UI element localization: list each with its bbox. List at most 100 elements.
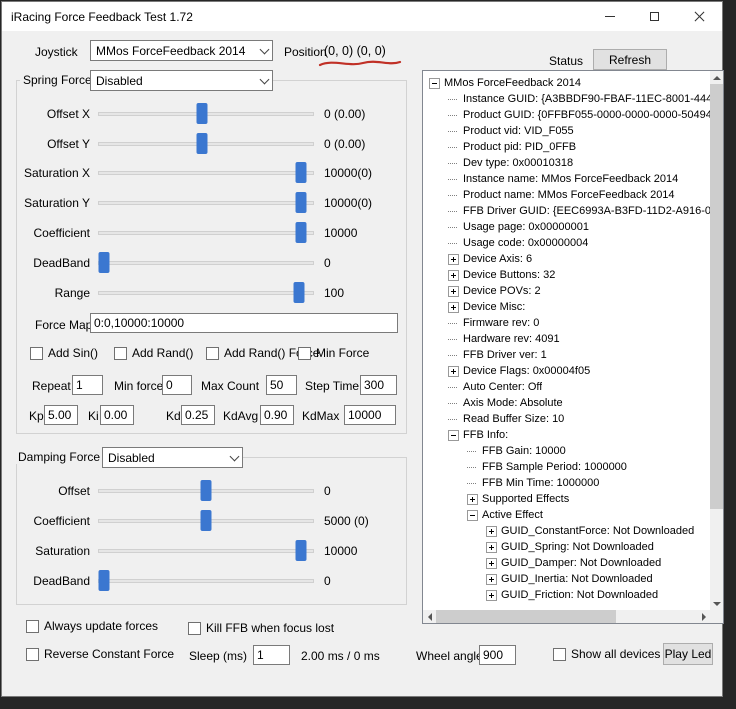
tree-item[interactable]: Product name: MMos ForceFeedback 2014 xyxy=(423,187,710,203)
tree-item[interactable]: Device Axis: 6 xyxy=(423,251,710,267)
spring-deadband-slider[interactable] xyxy=(98,252,314,274)
tree-item[interactable]: GUID_ConstantForce: Not Downloaded xyxy=(423,523,710,539)
slider-thumb[interactable] xyxy=(296,192,307,213)
kdmax-input[interactable] xyxy=(344,405,396,425)
play-led-button[interactable]: Play Led xyxy=(663,643,713,665)
minimize-button[interactable] xyxy=(587,2,632,31)
wheel-angle-input[interactable] xyxy=(479,645,516,665)
horizontal-scrollbar-thumb[interactable] xyxy=(436,610,616,623)
expand-icon[interactable] xyxy=(448,366,459,377)
tree-item[interactable]: GUID_Friction: Not Downloaded xyxy=(423,587,710,603)
show-all-devices-checkbox[interactable]: Show all devices xyxy=(553,647,660,661)
maximize-button[interactable] xyxy=(632,2,677,31)
device-tree[interactable]: MMos ForceFeedback 2014Instance GUID: {A… xyxy=(423,71,710,610)
expand-icon[interactable] xyxy=(467,494,478,505)
kdavg-input[interactable] xyxy=(260,405,294,425)
scroll-right-button[interactable] xyxy=(697,610,710,623)
scroll-up-button[interactable] xyxy=(710,71,723,84)
slider-thumb[interactable] xyxy=(196,133,207,154)
spring-offset-y-slider[interactable] xyxy=(98,133,314,155)
max-count-input[interactable] xyxy=(266,375,297,395)
tree-item[interactable]: Product GUID: {0FFBF055-0000-0000-0000-5… xyxy=(423,107,710,123)
slider-thumb[interactable] xyxy=(196,103,207,124)
expand-icon[interactable] xyxy=(486,590,497,601)
force-map-input[interactable] xyxy=(90,313,398,333)
tree-item[interactable]: Usage code: 0x00000004 xyxy=(423,235,710,251)
tree-item[interactable]: FFB Info: xyxy=(423,427,710,443)
expand-icon[interactable] xyxy=(486,526,497,537)
damping-offset-slider[interactable] xyxy=(98,480,314,502)
tree-item[interactable]: FFB Gain: 10000 xyxy=(423,443,710,459)
tree-item[interactable]: FFB Driver ver: 1 xyxy=(423,347,710,363)
tree-item[interactable]: Hardware rev: 4091 xyxy=(423,331,710,347)
tree-item[interactable]: Device POVs: 2 xyxy=(423,283,710,299)
slider-thumb[interactable] xyxy=(99,252,110,273)
tree-item[interactable]: MMos ForceFeedback 2014 xyxy=(423,75,710,91)
tree-item[interactable]: Product vid: VID_F055 xyxy=(423,123,710,139)
tree-item[interactable]: FFB Min Time: 1000000 xyxy=(423,475,710,491)
expand-icon[interactable] xyxy=(486,574,497,585)
tree-item[interactable]: Device Flags: 0x00004f05 xyxy=(423,363,710,379)
add-rand-checkbox[interactable]: Add Rand() xyxy=(114,346,193,360)
tree-item[interactable]: Instance name: MMos ForceFeedback 2014 xyxy=(423,171,710,187)
tree-item[interactable]: Device Misc: xyxy=(423,299,710,315)
spring-saturation-y-slider[interactable] xyxy=(98,192,314,214)
reverse-constant-checkbox[interactable]: Reverse Constant Force xyxy=(26,647,174,661)
spring-saturation-x-slider[interactable] xyxy=(98,162,314,184)
repeat-input[interactable] xyxy=(72,375,103,395)
scroll-down-button[interactable] xyxy=(710,597,723,610)
tree-item[interactable]: Firmware rev: 0 xyxy=(423,315,710,331)
slider-thumb[interactable] xyxy=(201,480,212,501)
damping-deadband-slider[interactable] xyxy=(98,570,314,592)
close-button[interactable] xyxy=(677,2,722,31)
expand-icon[interactable] xyxy=(448,254,459,265)
slider-thumb[interactable] xyxy=(293,282,304,303)
collapse-icon[interactable] xyxy=(448,430,459,441)
slider-thumb[interactable] xyxy=(296,222,307,243)
tree-item[interactable]: Axis Mode: Absolute xyxy=(423,395,710,411)
expand-icon[interactable] xyxy=(448,286,459,297)
collapse-icon[interactable] xyxy=(467,510,478,521)
tree-item[interactable]: Product pid: PID_0FFB xyxy=(423,139,710,155)
slider-thumb[interactable] xyxy=(296,162,307,183)
tree-item[interactable]: Instance GUID: {A3BBDF90-FBAF-11EC-8001-… xyxy=(423,91,710,107)
collapse-icon[interactable] xyxy=(429,78,440,89)
vertical-scrollbar-thumb[interactable] xyxy=(710,84,723,509)
kd-input[interactable] xyxy=(181,405,215,425)
slider-thumb[interactable] xyxy=(201,510,212,531)
spring-range-slider[interactable] xyxy=(98,282,314,304)
expand-icon[interactable] xyxy=(486,558,497,569)
tree-item[interactable]: GUID_Damper: Not Downloaded xyxy=(423,555,710,571)
expand-icon[interactable] xyxy=(448,302,459,313)
titlebar[interactable]: iRacing Force Feedback Test 1.72 xyxy=(2,2,722,31)
always-update-checkbox[interactable]: Always update forces xyxy=(26,619,158,633)
joystick-combobox[interactable]: MMos ForceFeedback 2014 xyxy=(90,40,273,61)
slider-thumb[interactable] xyxy=(296,540,307,561)
damping-coefficient-slider[interactable] xyxy=(98,510,314,532)
spring-offset-x-slider[interactable] xyxy=(98,103,314,125)
expand-icon[interactable] xyxy=(448,270,459,281)
damping-mode-combobox[interactable]: Disabled xyxy=(102,447,243,468)
tree-item[interactable]: Usage page: 0x00000001 xyxy=(423,219,710,235)
slider-thumb[interactable] xyxy=(99,570,110,591)
tree-item[interactable]: Read Buffer Size: 10 xyxy=(423,411,710,427)
min-force-input[interactable] xyxy=(162,375,192,395)
spring-coefficient-slider[interactable] xyxy=(98,222,314,244)
tree-item[interactable]: GUID_Inertia: Not Downloaded xyxy=(423,571,710,587)
tree-item[interactable]: Supported Effects xyxy=(423,491,710,507)
refresh-button[interactable]: Refresh xyxy=(593,49,667,70)
tree-item[interactable]: FFB Driver GUID: {EEC6993A-B3FD-11D2-A91… xyxy=(423,203,710,219)
sleep-input[interactable] xyxy=(253,645,290,665)
tree-item[interactable]: Active Effect xyxy=(423,507,710,523)
tree-item[interactable]: Auto Center: Off xyxy=(423,379,710,395)
kill-ffb-checkbox[interactable]: Kill FFB when focus lost xyxy=(188,621,334,635)
horizontal-scrollbar[interactable] xyxy=(423,610,710,623)
step-time-input[interactable] xyxy=(360,375,397,395)
min-force-checkbox[interactable]: Min Force xyxy=(298,346,369,360)
damping-saturation-slider[interactable] xyxy=(98,540,314,562)
tree-item[interactable]: Device Buttons: 32 xyxy=(423,267,710,283)
tree-item[interactable]: GUID_Spring: Not Downloaded xyxy=(423,539,710,555)
ki-input[interactable] xyxy=(100,405,134,425)
kp-input[interactable] xyxy=(44,405,78,425)
add-sin-checkbox[interactable]: Add Sin() xyxy=(30,346,98,360)
